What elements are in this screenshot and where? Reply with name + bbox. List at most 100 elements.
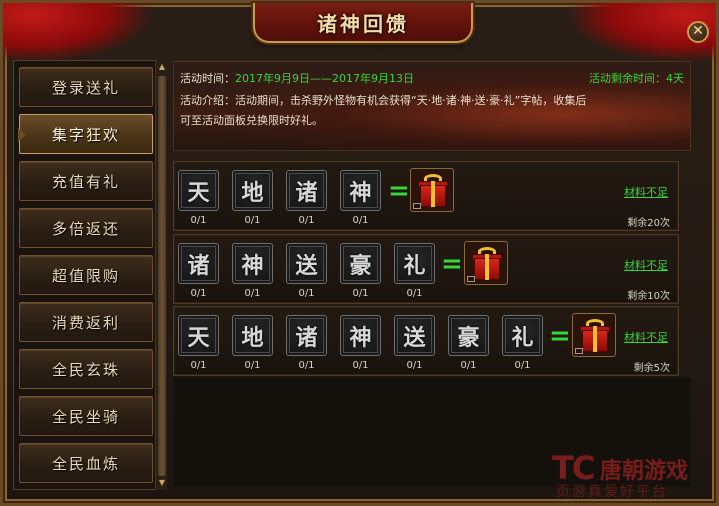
sidebar-item-blood-refine[interactable]: 全民血炼 (19, 443, 153, 483)
sidebar-item-label: 充值有礼 (51, 172, 120, 191)
char-slot[interactable]: 送 (394, 315, 435, 356)
char-count: 0/1 (352, 288, 369, 299)
equals-sign: = (441, 249, 463, 279)
remaining-time: 活动剩余时间：4天 (589, 72, 684, 85)
remaining-count: 剩余20次 (627, 218, 670, 229)
char-count: 0/1 (298, 360, 315, 371)
sidebar-item-label: 全民血炼 (51, 454, 120, 473)
recipe-row: 天 0/1 地 0/1 诸 0/1 神 0/1 = 材料不足 剩余20次 (173, 161, 679, 231)
sidebar-item-recharge-gift[interactable]: 充值有礼 (19, 161, 153, 201)
char-count: 0/1 (406, 288, 423, 299)
char-count: 0/1 (298, 288, 315, 299)
event-banner: 活动时间：2017年9月9日——2017年9月13日 活动剩余时间：4天 活动介… (173, 61, 691, 151)
recipe-row: 诸 0/1 神 0/1 送 0/1 豪 0/1 礼 0/1 = 材料不足 剩余1… (173, 234, 679, 304)
char-slot[interactable]: 送 (286, 243, 327, 284)
char-slot[interactable]: 礼 (394, 243, 435, 284)
watermark-tagline: 页游真爱好平台 (556, 484, 668, 500)
sidebar-item-label: 消费返利 (51, 313, 120, 332)
remaining-count: 剩余5次 (633, 363, 670, 374)
char-glyph: 诸 (295, 324, 318, 351)
char-count: 0/1 (298, 215, 315, 226)
event-intro-line-1: 活动介绍：活动期间，击杀野外怪物有机会获得“天·地·诸·神·送·豪·礼”字帖，收… (180, 94, 587, 107)
close-icon: ✕ (692, 23, 704, 39)
exchange-status-link[interactable]: 材料不足 (624, 329, 668, 345)
title-plate: 诸神回馈 (253, 3, 473, 43)
event-window: 诸神回馈 ✕ 登录送礼 集字狂欢 充值有礼 多倍返还 超值限购 消费返利 全民玄… (0, 0, 719, 506)
site-watermark: TC 唐朝游戏 页游真爱好平台 (552, 445, 712, 501)
sidebar-item-label: 全民玄珠 (51, 360, 120, 379)
sidebar-item-label: 全民坐骑 (51, 407, 120, 426)
event-intro-line-2: 可至活动面板兑换限时好礼。 (180, 114, 323, 127)
char-count: 0/1 (244, 360, 261, 371)
char-glyph: 送 (295, 252, 318, 279)
char-glyph: 诸 (187, 252, 210, 279)
scroll-thumb[interactable] (158, 76, 166, 476)
gift-box-icon[interactable] (464, 241, 508, 285)
gift-box-icon[interactable] (410, 168, 454, 212)
sidebar-item-mount[interactable]: 全民坐骑 (19, 396, 153, 436)
char-slot[interactable]: 地 (232, 170, 273, 211)
char-count: 0/1 (406, 360, 423, 371)
exchange-status-link[interactable]: 材料不足 (624, 184, 668, 200)
sidebar-item-multi-return[interactable]: 多倍返还 (19, 208, 153, 248)
exchange-status-link[interactable]: 材料不足 (624, 257, 668, 273)
char-slot[interactable]: 天 (178, 170, 219, 211)
sidebar-item-limited-buy[interactable]: 超值限购 (19, 255, 153, 295)
char-slot[interactable]: 天 (178, 315, 219, 356)
sidebar-item-label: 超值限购 (51, 266, 120, 285)
equals-sign: = (549, 321, 571, 351)
scroll-up-icon[interactable]: ▲ (157, 62, 167, 72)
recipe-row: 天 0/1 地 0/1 诸 0/1 神 0/1 送 0/1 豪 0/1 礼 0/… (173, 306, 679, 376)
char-count: 0/1 (244, 215, 261, 226)
char-glyph: 神 (349, 179, 372, 206)
sidebar-item-pearl[interactable]: 全民玄珠 (19, 349, 153, 389)
char-count: 0/1 (190, 215, 207, 226)
sidebar-item-label: 多倍返还 (51, 219, 120, 238)
char-count: 0/1 (352, 215, 369, 226)
char-slot[interactable]: 诸 (178, 243, 219, 284)
char-slot[interactable]: 诸 (286, 170, 327, 211)
remaining-count: 剩余10次 (627, 291, 670, 302)
sidebar-item-label: 登录送礼 (51, 78, 120, 97)
red-ribbon-left (3, 3, 153, 63)
char-slot[interactable]: 地 (232, 315, 273, 356)
char-slot[interactable]: 神 (232, 243, 273, 284)
window-title: 诸神回馈 (317, 11, 409, 36)
char-glyph: 地 (241, 324, 264, 351)
char-slot[interactable]: 神 (340, 170, 381, 211)
char-glyph: 豪 (457, 324, 480, 351)
char-glyph: 诸 (295, 179, 318, 206)
event-time-label: 活动时间： (180, 72, 235, 85)
sidebar: 登录送礼 集字狂欢 充值有礼 多倍返还 超值限购 消费返利 全民玄珠 全民坐骑 … (13, 60, 156, 490)
sidebar-item-spend-rebate[interactable]: 消费返利 (19, 302, 153, 342)
equals-sign: = (388, 176, 410, 206)
event-time-row: 活动时间：2017年9月9日——2017年9月13日 (180, 70, 414, 86)
char-glyph: 神 (241, 252, 264, 279)
sidebar-scrollbar[interactable]: ▲ ▼ (155, 60, 167, 490)
char-count: 0/1 (244, 288, 261, 299)
char-count: 0/1 (352, 360, 369, 371)
char-count: 0/1 (460, 360, 477, 371)
char-glyph: 神 (349, 324, 372, 351)
char-slot[interactable]: 豪 (340, 243, 381, 284)
char-glyph: 礼 (403, 252, 426, 279)
char-glyph: 豪 (349, 252, 372, 279)
char-slot[interactable]: 神 (340, 315, 381, 356)
char-glyph: 地 (241, 179, 264, 206)
event-time-value: 2017年9月9日——2017年9月13日 (235, 72, 414, 85)
char-count: 0/1 (190, 360, 207, 371)
char-slot[interactable]: 礼 (502, 315, 543, 356)
sidebar-item-label: 集字狂欢 (51, 125, 120, 144)
close-button[interactable]: ✕ (687, 21, 709, 43)
char-glyph: 天 (187, 179, 210, 206)
char-slot[interactable]: 诸 (286, 315, 327, 356)
char-glyph: 礼 (511, 324, 534, 351)
char-count: 0/1 (190, 288, 207, 299)
char-glyph: 天 (187, 324, 210, 351)
char-glyph: 送 (403, 324, 426, 351)
sidebar-item-word-collect[interactable]: 集字狂欢 (18, 114, 153, 154)
scroll-down-icon[interactable]: ▼ (157, 478, 167, 488)
gift-box-icon[interactable] (572, 313, 616, 357)
char-slot[interactable]: 豪 (448, 315, 489, 356)
sidebar-item-login-gift[interactable]: 登录送礼 (19, 67, 153, 107)
